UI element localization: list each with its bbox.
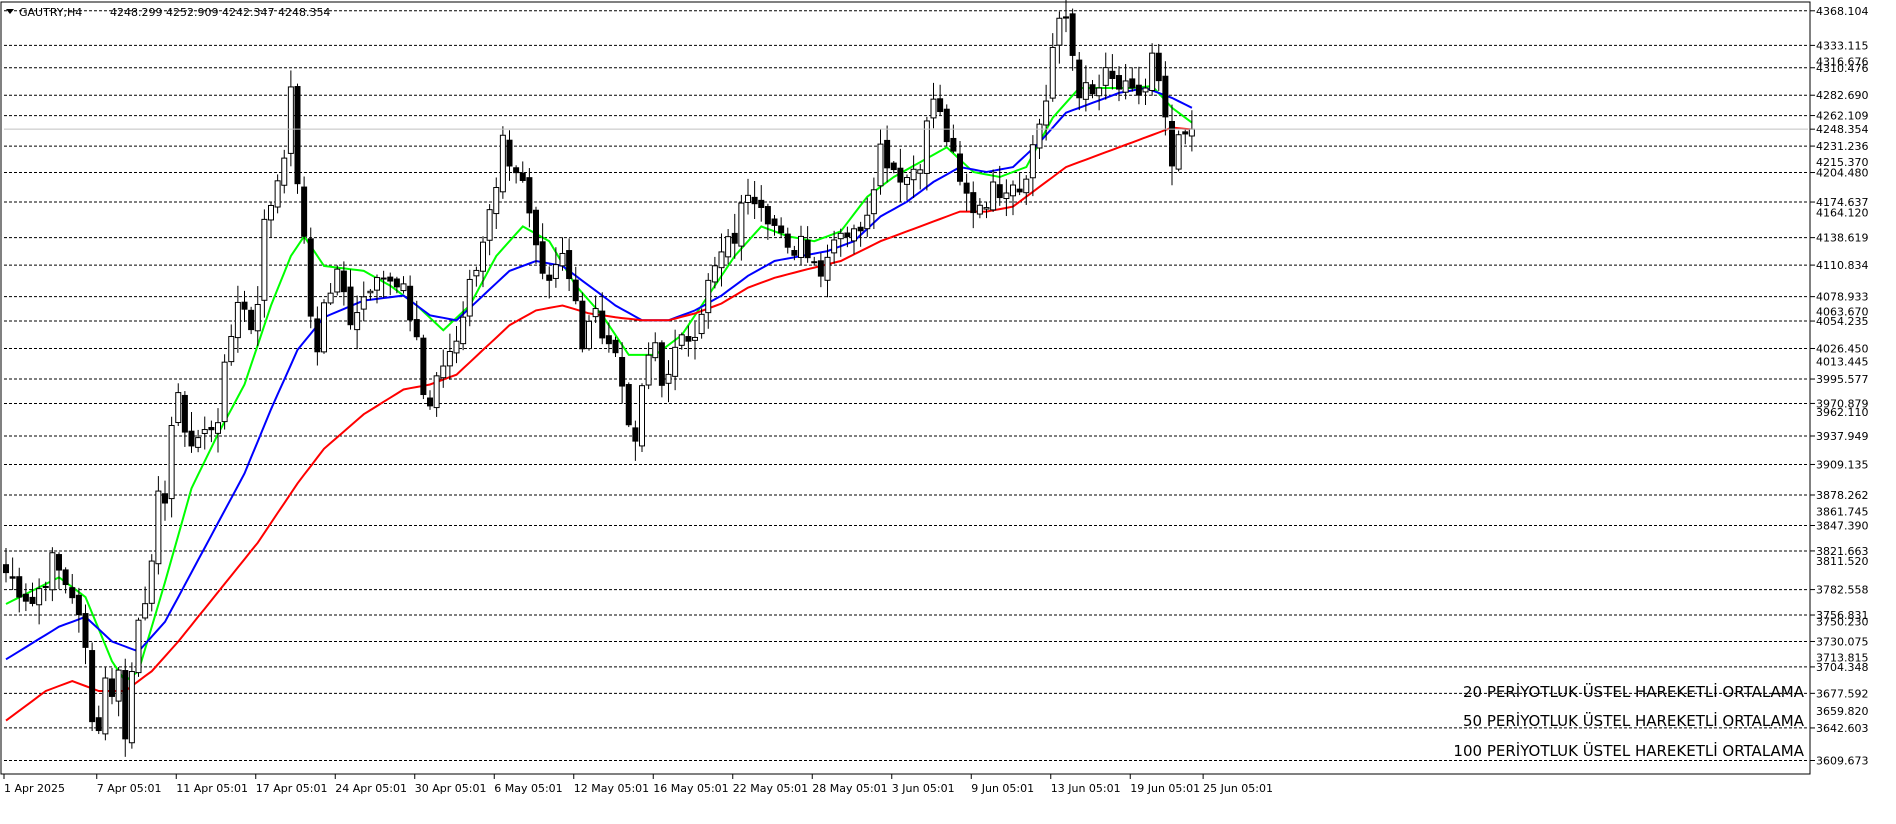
price-label: 3847.390 [1816, 520, 1869, 533]
candle [943, 104, 950, 146]
price-label: 4248.354 [1816, 123, 1869, 136]
price-label-minor: 3659.820 [1816, 705, 1869, 718]
price-label: 4282.690 [1816, 89, 1869, 102]
indicator-legend: 20 PERİYOTLUK ÜSTEL HAREKETLİ ORTALAMA 5… [1453, 682, 1804, 760]
legend-ema50: 50 PERİYOTLUK ÜSTEL HAREKETLİ ORTALAMA [1463, 711, 1805, 730]
candle [499, 126, 506, 199]
candle [301, 176, 308, 244]
price-label: 4368.104 [1816, 5, 1869, 18]
price-chart: 4368.1044333.1154310.4764282.6904262.109… [0, 0, 1896, 820]
time-label: 12 May 05:01 [574, 782, 649, 795]
price-label: 4262.109 [1816, 110, 1869, 123]
time-label: 19 Jun 05:01 [1130, 782, 1200, 795]
candle [307, 227, 314, 329]
time-label: 25 Jun 05:01 [1203, 782, 1273, 795]
candle [221, 354, 228, 430]
price-label-minor: 3713.815 [1816, 652, 1869, 665]
price-label-minor: 4316.676 [1816, 56, 1869, 69]
symbol-label: GAUTRY,H4 [19, 6, 82, 19]
candle [248, 306, 255, 335]
time-label: 3 Jun 05:01 [892, 782, 955, 795]
time-label: 13 Jun 05:01 [1051, 782, 1121, 795]
legend-ema20: 20 PERİYOTLUK ÜSTEL HAREKETLİ ORTALAMA [1463, 682, 1805, 701]
price-label: 3782.558 [1816, 584, 1869, 597]
chart-header: GAUTRY,H4 4248.299 4252.909 4242.347 424… [6, 6, 330, 19]
time-label: 28 May 05:01 [812, 782, 887, 795]
price-label: 4110.834 [1816, 259, 1869, 272]
candle [639, 383, 645, 452]
price-label: 4026.450 [1816, 343, 1869, 356]
time-label: 16 May 05:01 [653, 782, 728, 795]
price-label-minor: 3861.745 [1816, 505, 1869, 518]
price-label-minor: 4164.120 [1816, 206, 1869, 219]
candle [128, 662, 135, 749]
time-label: 17 Apr 05:01 [256, 782, 328, 795]
candle [102, 667, 109, 741]
time-label: 24 Apr 05:01 [335, 782, 407, 795]
candle [579, 292, 586, 353]
price-label-minor: 4013.445 [1816, 355, 1869, 368]
time-label: 6 May 05:01 [494, 782, 562, 795]
price-label-minor: 4215.370 [1816, 156, 1869, 169]
time-label: 1 Apr 2025 [4, 782, 65, 795]
candle [155, 476, 162, 575]
price-label: 4078.933 [1816, 291, 1869, 304]
candle [420, 334, 427, 400]
candle [135, 617, 142, 677]
candle [148, 554, 155, 612]
time-label: 22 May 05:01 [733, 782, 808, 795]
price-label: 3730.075 [1816, 635, 1869, 648]
time-label: 7 Apr 05:01 [97, 782, 162, 795]
ohlc-values: 4248.299 4252.909 4242.347 4248.354 [110, 6, 330, 19]
price-label-minor: 4063.670 [1816, 306, 1869, 319]
price-label: 3677.592 [1816, 687, 1869, 700]
price-label-minor: 3750.230 [1816, 616, 1869, 629]
legend-ema100: 100 PERİYOTLUK ÜSTEL HAREKETLİ ORTALAMA [1453, 741, 1804, 760]
candle [321, 299, 327, 354]
time-label: 11 Apr 05:01 [176, 782, 248, 795]
price-label-minor: 3811.520 [1816, 555, 1869, 568]
chart-window: 4368.104 4333.115 4310.476 4282.690 4262.109… [0, 0, 1896, 820]
candle [625, 382, 632, 428]
candle [89, 642, 96, 732]
price-label: 4138.619 [1816, 232, 1869, 245]
price-label: 4231.236 [1816, 140, 1869, 153]
candle [294, 83, 301, 194]
price-label: 3995.577 [1816, 373, 1869, 386]
price-label: 3878.262 [1816, 489, 1869, 502]
candle [1175, 130, 1182, 172]
price-label-minor: 3962.110 [1816, 406, 1869, 419]
candle [334, 265, 341, 296]
price-label: 3937.949 [1816, 430, 1869, 443]
price-label: 3642.603 [1816, 722, 1869, 735]
time-label: 9 Jun 05:01 [971, 782, 1034, 795]
price-label: 4333.115 [1816, 39, 1869, 52]
price-label: 3609.673 [1816, 754, 1869, 767]
time-label: 30 Apr 05:01 [415, 782, 487, 795]
price-label: 3909.135 [1816, 458, 1869, 471]
